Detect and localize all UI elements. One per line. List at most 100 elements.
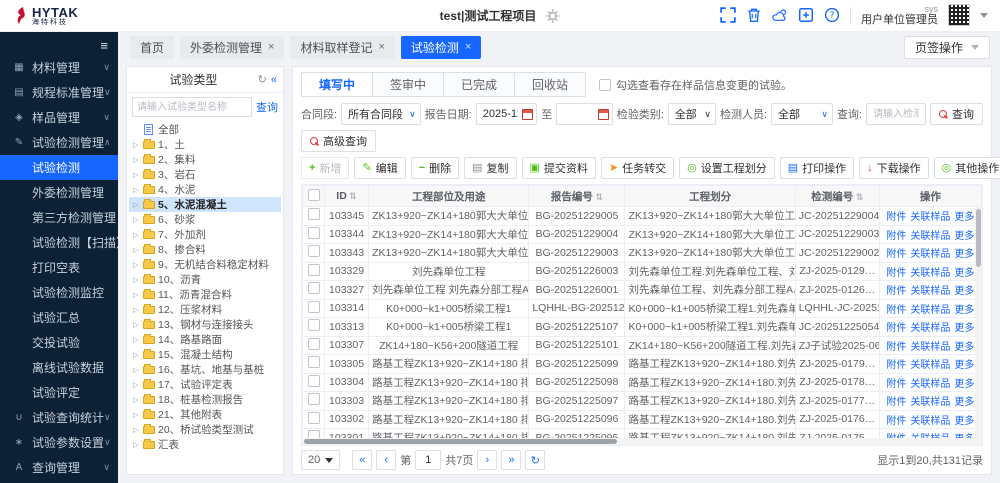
tree-collapse-icon[interactable]: « bbox=[271, 74, 277, 86]
tree-item[interactable]: ▷ 17、试验评定表 bbox=[129, 377, 281, 392]
toolbar-button[interactable]: 任务转交 bbox=[601, 157, 674, 179]
attachment-link[interactable]: 附件 bbox=[886, 342, 906, 353]
tree-item[interactable]: ▷ 13、钢材与连接接头 bbox=[129, 317, 281, 332]
sidebar-item[interactable]: 交投试验 bbox=[0, 330, 118, 355]
tree-expander-icon[interactable]: ▷ bbox=[133, 246, 140, 254]
row-checkbox[interactable] bbox=[308, 430, 320, 438]
status-tab[interactable]: 回收站 bbox=[514, 72, 586, 97]
row-checkbox[interactable] bbox=[308, 301, 320, 313]
table-row[interactable]: 103343 ZK13+920~ZK14+180郭大大单位工程 BG-20251… bbox=[303, 244, 982, 263]
next-page-button[interactable]: › bbox=[477, 450, 497, 470]
table-row[interactable]: 103345 ZK13+920~ZK14+180郭大大单位工程 BG-20251… bbox=[303, 207, 982, 226]
category-select[interactable]: 全部 ∨ bbox=[668, 103, 716, 125]
tree-item[interactable]: ▷ 18、桩基检测报告 bbox=[129, 392, 281, 407]
sample-change-checkbox[interactable] bbox=[599, 79, 611, 91]
attachment-link[interactable]: 附件 bbox=[886, 323, 906, 334]
advanced-query-button[interactable]: 高级查询 bbox=[301, 130, 376, 152]
attachment-link[interactable]: 附件 bbox=[886, 379, 906, 390]
more-link[interactable]: 更多 bbox=[954, 231, 974, 242]
tree-expander-icon[interactable]: ▷ bbox=[133, 306, 140, 314]
keyword-search-input[interactable] bbox=[866, 103, 926, 125]
segment-select[interactable]: 所有合同段 ∨ bbox=[341, 103, 421, 125]
sidebar-item[interactable]: 试验检测【扫描】 bbox=[0, 230, 118, 255]
page-size-select[interactable]: 20 bbox=[301, 450, 340, 470]
toolbar-button[interactable]: 打印操作 bbox=[780, 157, 854, 179]
tree-expander-icon[interactable]: ▷ bbox=[133, 396, 140, 404]
row-checkbox[interactable] bbox=[308, 282, 320, 294]
page-tab[interactable]: 外委检测管理 × bbox=[180, 36, 284, 59]
page-ops-button[interactable]: 页签操作 bbox=[904, 36, 990, 59]
tree-refresh-icon[interactable]: ↻ bbox=[258, 73, 267, 86]
attachment-link[interactable]: 附件 bbox=[886, 416, 906, 427]
status-tab[interactable]: 签审中 bbox=[372, 72, 444, 97]
table-row[interactable]: 103303 路基工程ZK13+920~ZK14+180 排水工程2 5边沟 B… bbox=[303, 392, 982, 411]
tree-search-button[interactable]: 查询 bbox=[256, 99, 278, 115]
tree-expander-icon[interactable]: ▷ bbox=[133, 141, 140, 149]
tab-close-icon[interactable]: × bbox=[465, 41, 471, 53]
tree-expander-icon[interactable]: ▷ bbox=[133, 351, 140, 359]
attachment-link[interactable]: 附件 bbox=[886, 231, 906, 242]
page-number-input[interactable] bbox=[415, 450, 441, 470]
sidebar-item[interactable]: 试验检测监控 bbox=[0, 280, 118, 305]
row-checkbox[interactable] bbox=[308, 245, 320, 257]
sidebar-item[interactable]: 试验评定 bbox=[0, 380, 118, 405]
tree-expander-icon[interactable]: ▷ bbox=[133, 186, 140, 194]
more-link[interactable]: 更多 bbox=[954, 360, 974, 371]
tree-expander-icon[interactable]: ▷ bbox=[133, 231, 140, 239]
related-sample-link[interactable]: 关联样品 bbox=[910, 360, 950, 371]
tree-item[interactable]: ▷ 3、岩石 bbox=[129, 167, 281, 182]
more-link[interactable]: 更多 bbox=[954, 342, 974, 353]
calendar-icon[interactable] bbox=[598, 109, 609, 120]
table-row[interactable]: 103314 K0+000~k1+005桥梁工程1 LQHHL-BG-20251… bbox=[303, 299, 982, 318]
sidebar-item[interactable]: 外委检测管理 bbox=[0, 180, 118, 205]
tree-expander-icon[interactable]: ▷ bbox=[133, 336, 140, 344]
attachment-link[interactable]: 附件 bbox=[886, 305, 906, 316]
tree-expander-icon[interactable]: ▷ bbox=[133, 171, 140, 179]
report-date-from-field[interactable] bbox=[476, 103, 538, 125]
tree-item[interactable]: ▷ 16、基坑、地基与基桩 bbox=[129, 362, 281, 377]
table-row[interactable]: 103327 刘先森单位工程 刘先森分部工程A 沉砂池 BG-202512260… bbox=[303, 281, 982, 300]
sidebar-item[interactable]: ∪ 试验查询统计 bbox=[0, 405, 118, 430]
toolbar-button[interactable]: 设置工程划分 bbox=[679, 157, 775, 179]
tree-expander-icon[interactable]: ▷ bbox=[133, 426, 140, 434]
tree-item[interactable]: ▷ 1、土 bbox=[129, 137, 281, 152]
table-row[interactable]: 103313 K0+000~k1+005桥梁工程1 BG-20251225107… bbox=[303, 318, 982, 337]
tree-search-input[interactable] bbox=[132, 97, 252, 117]
tree-item[interactable]: ▷ 2、集料 bbox=[129, 152, 281, 167]
related-sample-link[interactable]: 关联样品 bbox=[910, 286, 950, 297]
toolbar-button[interactable]: 新增 bbox=[301, 157, 349, 179]
related-sample-link[interactable]: 关联样品 bbox=[910, 268, 950, 279]
tree-item[interactable]: ▷ 汇表 bbox=[129, 437, 281, 452]
column-id[interactable]: ID bbox=[325, 186, 369, 207]
toolbar-button[interactable]: 其他操作 bbox=[934, 157, 1000, 179]
tree-root-item[interactable]: 全部 bbox=[129, 122, 281, 137]
tree-expander-icon[interactable]: ▷ bbox=[133, 291, 140, 299]
last-page-button[interactable]: » bbox=[501, 450, 521, 470]
sidebar-item[interactable]: ✎ 试验检测管理 bbox=[0, 130, 118, 155]
more-link[interactable]: 更多 bbox=[954, 249, 974, 260]
related-sample-link[interactable]: 关联样品 bbox=[910, 231, 950, 242]
tree-expander-icon[interactable]: ▷ bbox=[133, 441, 140, 449]
table-row[interactable]: 103301 路基工程ZK13+920~ZK14+180 排水工程2 5边沟 B… bbox=[303, 429, 982, 439]
more-link[interactable]: 更多 bbox=[954, 397, 974, 408]
trash-icon[interactable] bbox=[746, 7, 762, 23]
report-date-from-input[interactable] bbox=[483, 108, 519, 120]
attachment-link[interactable]: 附件 bbox=[886, 397, 906, 408]
refresh-button[interactable]: ↻ bbox=[525, 450, 545, 470]
tree-item[interactable]: ▷ 21、其他附表 bbox=[129, 407, 281, 422]
tree-expander-icon[interactable]: ▷ bbox=[133, 276, 140, 284]
toolbar-button[interactable]: 下载操作 bbox=[859, 157, 929, 179]
related-sample-link[interactable]: 关联样品 bbox=[910, 212, 950, 223]
toolbar-button[interactable]: 编辑 bbox=[354, 157, 405, 179]
attachment-link[interactable]: 附件 bbox=[886, 268, 906, 279]
row-checkbox[interactable] bbox=[308, 393, 320, 405]
tree-item[interactable]: ▷ 10、沥青 bbox=[129, 272, 281, 287]
sidebar-collapse-icon[interactable]: ≡ bbox=[90, 36, 118, 55]
toolbar-button[interactable]: 提交资料 bbox=[522, 157, 596, 179]
sidebar-item[interactable]: A 查询管理 bbox=[0, 455, 118, 480]
status-tab[interactable]: 已完成 bbox=[443, 72, 515, 97]
tree-expander-icon[interactable]: ▷ bbox=[133, 366, 140, 374]
related-sample-link[interactable]: 关联样品 bbox=[910, 379, 950, 390]
row-checkbox[interactable] bbox=[308, 208, 320, 220]
row-checkbox[interactable] bbox=[308, 338, 320, 350]
